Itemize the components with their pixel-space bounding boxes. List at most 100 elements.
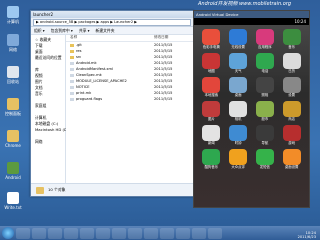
- app-icon[interactable]: 桌面: [225, 77, 252, 98]
- toolbar-new-folder[interactable]: 新建文件夹: [96, 28, 115, 34]
- desktop-icon-control[interactable]: 控制面板: [2, 98, 24, 116]
- app-icon[interactable]: 色彩手电筒: [198, 29, 225, 50]
- file-name: MODULE_LICENSE_APACHE2: [76, 79, 127, 83]
- file-icon: [70, 91, 74, 95]
- app-icon-image: [229, 53, 248, 69]
- file-row[interactable]: proguard.flags 2011/5/15: [66, 96, 193, 102]
- desktop-icon-network[interactable]: 网络: [2, 34, 24, 52]
- taskbar-app-button[interactable]: [96, 227, 110, 239]
- app-icon-image: [255, 101, 274, 117]
- app-icon-image: [282, 29, 301, 45]
- app-label: 时钟: [234, 141, 242, 145]
- app-icon[interactable]: 图片: [198, 101, 225, 122]
- app-icon[interactable]: 桌面设置: [278, 149, 305, 170]
- app-icon[interactable]: 设置: [278, 77, 305, 98]
- android-icon: [7, 162, 19, 174]
- file-name: Android.mk: [76, 61, 97, 65]
- app-icon-image: [229, 149, 248, 165]
- app-icon-image: [282, 77, 301, 93]
- file-name: print.mk: [76, 91, 92, 95]
- app-icon[interactable]: 酷狗音乐: [198, 149, 225, 170]
- file-date: 2011/5/15: [154, 85, 173, 89]
- app-icon[interactable]: 音乐: [278, 29, 305, 50]
- app-icon[interactable]: 导航: [252, 125, 279, 146]
- app-label: 商店: [288, 117, 296, 121]
- desktop-icon-write[interactable]: Write.txt: [2, 192, 24, 210]
- app-label: 本地搜索: [204, 93, 219, 97]
- app-icon[interactable]: 应用程序: [252, 29, 279, 50]
- file-icon: [70, 73, 74, 77]
- desktop-icon-android[interactable]: Android: [2, 162, 24, 180]
- taskbar-app-button[interactable]: [80, 227, 94, 239]
- taskbar-app-button[interactable]: [32, 227, 46, 239]
- taskbar-app-button[interactable]: [128, 227, 142, 239]
- nav-item[interactable]: 网络: [31, 139, 65, 145]
- file-date: 2011/5/15: [154, 49, 173, 53]
- file-date: 2011/5/15: [154, 43, 173, 47]
- app-label: 大众点评: [231, 165, 245, 169]
- app-icon[interactable]: 股市: [252, 101, 279, 122]
- app-icon[interactable]: 大众点评: [225, 149, 252, 170]
- navigation-pane: ☆ 收藏夹 下载 桌面 最近访问的位置 库 视频 图片 文档 音乐 家庭组 计算…: [31, 35, 70, 184]
- app-icon[interactable]: 游戏: [278, 125, 305, 146]
- app-icon-image: [229, 29, 248, 45]
- file-icon: [70, 67, 74, 71]
- app-icon[interactable]: 本地搜索: [198, 77, 225, 98]
- app-icon[interactable]: 时钟: [225, 125, 252, 146]
- app-label: 导航: [261, 141, 269, 145]
- app-label: 地图: [207, 69, 215, 73]
- app-icon[interactable]: 天气: [225, 53, 252, 74]
- app-icon[interactable]: 电话: [252, 53, 279, 74]
- nav-item[interactable]: 最近访问的位置: [31, 55, 65, 61]
- clock[interactable]: 10:24 2011/6/23: [298, 231, 316, 239]
- explorer-window: launcher2 ▶ android-source_5B ▶ packages…: [30, 10, 194, 197]
- app-icon[interactable]: 日历: [278, 53, 305, 74]
- emulator-titlebar[interactable]: Android Virtual Device: [194, 11, 309, 18]
- start-button[interactable]: [2, 227, 14, 239]
- emulator-title: Android Virtual Device: [196, 12, 239, 17]
- taskbar-app-button[interactable]: [176, 227, 190, 239]
- explorer-titlebar[interactable]: launcher2: [31, 11, 193, 18]
- taskbar-app-button[interactable]: [192, 227, 206, 239]
- desktop-icon-chrome[interactable]: Chrome: [2, 130, 24, 148]
- taskbar-app-button[interactable]: [48, 227, 62, 239]
- app-label: 天气: [234, 69, 242, 73]
- app-icon-image: [282, 53, 301, 69]
- app-icon[interactable]: 相机: [225, 101, 252, 122]
- folder-icon: [70, 49, 74, 53]
- file-date: 2011/5/15: [154, 79, 173, 83]
- toolbar-organize[interactable]: 组织 ▾: [34, 28, 45, 34]
- column-name[interactable]: 名称: [66, 35, 154, 41]
- toolbar-share[interactable]: 共享 ▾: [79, 28, 90, 34]
- folder-icon: [70, 43, 74, 47]
- file-name: res: [76, 49, 82, 53]
- app-label: 照相: [261, 93, 269, 97]
- file-date: 2011/5/15: [154, 91, 173, 95]
- taskbar-app-button[interactable]: [112, 227, 126, 239]
- status-text: 10 个对象: [48, 187, 66, 192]
- app-label: 桌面: [234, 93, 242, 97]
- app-icon[interactable]: 地图: [198, 53, 225, 74]
- app-icon[interactable]: 发短信: [252, 149, 279, 170]
- taskbar-app-button[interactable]: [16, 227, 30, 239]
- app-icon[interactable]: 照相: [252, 77, 279, 98]
- desktop-icon-computer[interactable]: 计算机: [2, 6, 24, 24]
- toolbar-include-library[interactable]: 包含到库中 ▾: [51, 28, 73, 34]
- taskbar-app-button[interactable]: [64, 227, 78, 239]
- taskbar-app-button[interactable]: [144, 227, 158, 239]
- desktop-icon-recycle[interactable]: 回收站: [2, 66, 24, 84]
- column-date[interactable]: 修改日期: [154, 35, 168, 41]
- app-icon-image: [229, 101, 248, 117]
- folder-icon: [7, 98, 19, 110]
- file-icon: [70, 61, 74, 65]
- app-icon[interactable]: 新闻: [198, 125, 225, 146]
- computer-icon: [7, 6, 19, 18]
- taskbar-app-button[interactable]: [208, 227, 222, 239]
- app-icon-image: [255, 53, 274, 69]
- app-icon-image: [202, 77, 221, 93]
- address-input[interactable]: ▶ android-source_5B ▶ packages ▶ apps ▶ …: [33, 18, 191, 26]
- app-icon-image: [255, 125, 274, 141]
- app-icon[interactable]: 商店: [278, 101, 305, 122]
- app-icon[interactable]: 无线设置: [225, 29, 252, 50]
- taskbar-app-button[interactable]: [160, 227, 174, 239]
